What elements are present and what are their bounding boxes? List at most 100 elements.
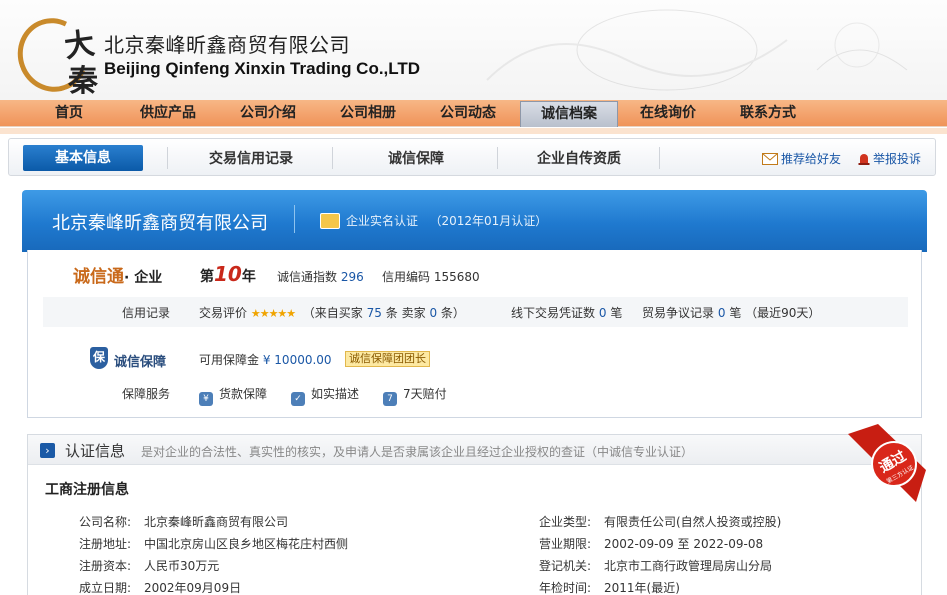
- year-number: 10: [214, 262, 242, 286]
- field-label: 成立日期:: [79, 581, 132, 595]
- registration-authority-value: 北京市工商行政管理局房山分局: [604, 559, 773, 573]
- decorative-background: [486, 9, 908, 91]
- tab-self-qualification[interactable]: 企业自传资质: [537, 148, 621, 168]
- service-7day-label: 7天赔付: [403, 387, 447, 401]
- shield-icon: 保: [90, 347, 108, 369]
- yen-icon: ¥: [199, 392, 213, 406]
- offline-label: 线下交易凭证数: [511, 306, 596, 320]
- company-name-en: Beijing Qinfeng Xinxin Trading Co.,LTD: [104, 59, 421, 78]
- seller-unit: 条）: [440, 306, 465, 320]
- sub-tab-bar: 基本信息 交易信用记录 诚信保障 企业自传资质 推荐给好友 举报投诉: [8, 138, 936, 176]
- share-to-friend-link[interactable]: 推荐给好友: [762, 150, 841, 167]
- service-description[interactable]: ✓ 如实描述: [291, 385, 359, 406]
- nav-credit-file[interactable]: 诚信档案: [520, 101, 618, 127]
- tab-separator: [332, 147, 333, 169]
- guarantee-tag[interactable]: 诚信保障团团长: [345, 351, 430, 367]
- tab-trade-credit[interactable]: 交易信用记录: [209, 148, 293, 168]
- offline-count[interactable]: 0: [599, 306, 607, 320]
- nav-inquiry[interactable]: 在线询价: [640, 100, 696, 127]
- cert-desc-text: 是对企业的合法性、真实性的核实，及申请人是否隶属该企业且经过企业授权的查证: [141, 445, 586, 459]
- dispute-count[interactable]: 0: [718, 306, 726, 320]
- address-value: 中国北京房山区良乡地区梅花庄村西侧: [144, 537, 349, 551]
- annual-check-value: 2011年(最近): [604, 581, 680, 595]
- offline-vouchers: 线下交易凭证数 0 笔: [511, 304, 622, 321]
- verified-seal-icon: 通过 第三方认证: [848, 424, 926, 502]
- nav-about[interactable]: 公司介绍: [240, 100, 296, 127]
- report-complaint-link[interactable]: 举报投诉: [858, 150, 921, 167]
- field-label: 注册地址:: [79, 537, 132, 551]
- index-label: 诚信通指数: [277, 270, 338, 284]
- nav-products[interactable]: 供应产品: [140, 100, 196, 127]
- guarantee-amount: 可用保障金 ¥ 10000.00: [199, 351, 332, 368]
- cert-header: › 认证信息 是对企业的合法性、真实性的核实，及申请人是否隶属该企业且经过企业授…: [28, 435, 921, 465]
- credit-summary-panel: 诚信通· 企业 第10年 诚信通指数 296 信用编码 155680 信用记录 …: [27, 250, 922, 418]
- banner-company-name: 北京秦峰昕鑫商贸有限公司: [52, 213, 268, 234]
- nav-divider-strip: [0, 128, 947, 134]
- field-label: 注册资本:: [79, 559, 132, 573]
- banner-separator: [294, 205, 295, 233]
- buyer-count[interactable]: 75: [367, 306, 382, 320]
- nav-home[interactable]: 首页: [55, 100, 83, 127]
- company-banner: 北京秦峰昕鑫商贸有限公司 企业实名认证 （2012年01月认证）: [22, 190, 927, 252]
- seven-day-icon: 7: [383, 392, 397, 406]
- dispute-records: 贸易争议记录 0 笔 （最近90天）: [642, 304, 820, 321]
- cert-description: 是对企业的合法性、真实性的核实，及申请人是否隶属该企业且经过企业授权的查证（中诚…: [141, 443, 693, 460]
- nav-news[interactable]: 公司动态: [440, 100, 496, 127]
- business-term-value: 2002-09-09 至 2022-09-08: [604, 537, 764, 551]
- rating-stars: ★★★★★: [250, 307, 296, 320]
- dispute-label: 贸易争议记录: [642, 306, 715, 320]
- index-value[interactable]: 296: [341, 270, 364, 284]
- field-label: 企业类型:: [539, 515, 592, 529]
- buyer-label: （来自买家: [302, 306, 363, 320]
- guarantee-title: 诚信保障: [114, 355, 167, 370]
- site-header: 大 秦 北京秦峰昕鑫商贸有限公司 Beijing Qinfeng Xinxin …: [0, 0, 947, 100]
- membership-years: 第10年: [200, 262, 256, 286]
- tab-separator: [497, 147, 498, 169]
- alarm-icon: [858, 154, 870, 165]
- code-label: 信用编码: [382, 270, 431, 284]
- service-description-label: 如实描述: [311, 387, 360, 401]
- brand-name: 诚信通: [73, 267, 124, 287]
- brand-sub: · 企业: [124, 270, 163, 286]
- service-label: 保障服务: [122, 387, 171, 401]
- cert-source: （中诚信专业认证）: [585, 445, 694, 459]
- cert-title: 认证信息: [65, 442, 126, 460]
- nav-album[interactable]: 公司相册: [340, 100, 396, 127]
- company-logo[interactable]: 大 秦: [7, 8, 99, 100]
- guarantee-amount-value: ¥ 10000.00: [262, 353, 332, 367]
- chevron-right-icon: ›: [40, 443, 55, 458]
- id-card-icon: [320, 213, 340, 229]
- year-suffix: 年: [241, 269, 256, 285]
- field-label: 年检时间:: [539, 581, 592, 595]
- credit-record-label: 信用记录: [122, 306, 171, 320]
- service-7day[interactable]: 7 7天赔付: [383, 385, 447, 406]
- seller-count[interactable]: 0: [429, 306, 437, 320]
- cert-date: （2012年01月认证）: [429, 214, 548, 228]
- buyer-unit: 条: [385, 306, 398, 320]
- seller-label: 卖家: [401, 306, 426, 320]
- report-label: 举报投诉: [873, 152, 922, 166]
- company-name-value: 北京秦峰昕鑫商贸有限公司: [144, 515, 289, 529]
- chengxintong-logo: 诚信通· 企业: [73, 262, 162, 287]
- service-payment-label: 货款保障: [219, 387, 268, 401]
- share-label: 推荐给好友: [781, 152, 842, 166]
- service-payment[interactable]: ¥ 货款保障: [199, 385, 267, 406]
- offline-unit: 笔: [610, 306, 623, 320]
- code-value: 155680: [433, 270, 480, 284]
- credit-index: 诚信通指数 296: [277, 268, 364, 285]
- founded-value: 2002年09月09日: [144, 581, 242, 595]
- nav-contact[interactable]: 联系方式: [740, 100, 796, 127]
- logo-char-qin: 秦: [68, 64, 98, 99]
- field-label: 登记机关:: [539, 559, 592, 573]
- tab-credit-guarantee[interactable]: 诚信保障: [388, 148, 444, 168]
- recent-range: （最近90天）: [745, 306, 821, 320]
- dispute-unit: 笔: [729, 306, 742, 320]
- certification-section: › 认证信息 是对企业的合法性、真实性的核实，及申请人是否隶属该企业且经过企业授…: [27, 434, 922, 595]
- envelope-icon: [762, 153, 778, 165]
- field-label: 公司名称:: [79, 515, 132, 529]
- tab-separator: [659, 147, 660, 169]
- company-type-value: 有限责任公司(自然人投资或控股): [604, 515, 782, 529]
- cert-label: 企业实名认证: [346, 214, 419, 228]
- year-prefix: 第: [200, 269, 214, 285]
- tab-basic-info[interactable]: 基本信息: [23, 145, 143, 171]
